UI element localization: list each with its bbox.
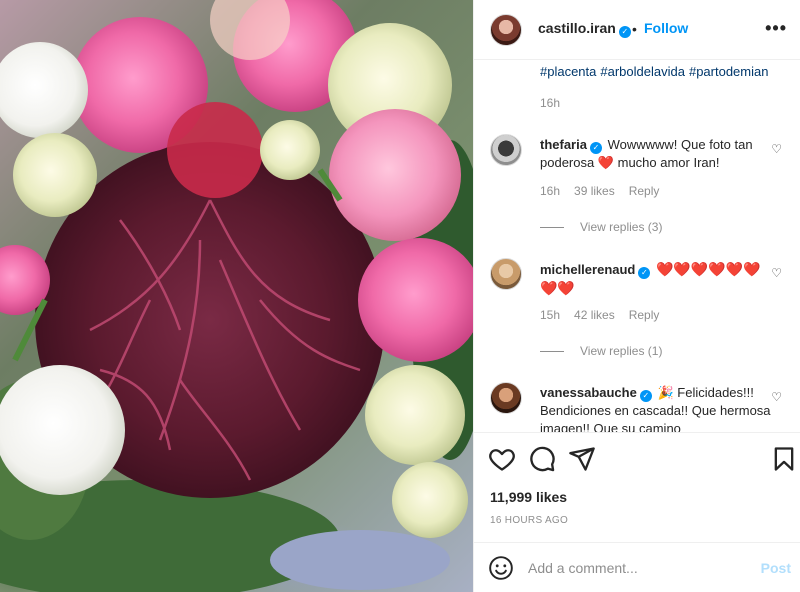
comment-like-heart-icon[interactable]: ♡ (771, 266, 782, 280)
view-replies-button[interactable]: View replies (3) (540, 220, 662, 234)
likes-count[interactable]: 11,999 likes (490, 489, 567, 505)
hashtag-link[interactable]: #arboldelavida (600, 64, 685, 79)
comment-likes[interactable]: 39 likes (574, 184, 615, 198)
reply-button[interactable]: Reply (629, 308, 660, 322)
add-comment-input[interactable] (528, 553, 728, 583)
post-comment-button[interactable]: Post (761, 560, 791, 576)
save-bookmark-icon[interactable] (770, 445, 798, 473)
comment-composer: Post (474, 542, 800, 592)
post-sidebar: castillo.iran ✓ • Follow ••• #placenta #ar… (473, 0, 800, 592)
post-header: castillo.iran ✓ • Follow ••• (474, 0, 800, 60)
author-username[interactable]: castillo.iran ✓ (538, 20, 631, 38)
commenter-avatar[interactable] (490, 134, 522, 166)
separator-dot: • (632, 21, 637, 37)
post-image[interactable] (0, 0, 473, 592)
hashtag-link[interactable]: #partodemian (689, 64, 769, 79)
commenter-username[interactable]: vanessabauche ✓ (540, 385, 652, 402)
comment-time: 16h (540, 184, 561, 198)
follow-button[interactable]: Follow (644, 20, 688, 36)
comment-body: michellerenaud ✓ ❤️❤️❤️❤️❤️❤️❤️❤️ (540, 260, 772, 298)
hashtag-link[interactable]: #placenta (540, 64, 596, 79)
post-timestamp: 16 HOURS AGO (490, 515, 569, 526)
comment-like-heart-icon[interactable]: ♡ (771, 142, 782, 156)
emoji-smiley-icon[interactable] (488, 555, 514, 581)
commenter-username[interactable]: michellerenaud ✓ (540, 262, 651, 279)
view-replies-button[interactable]: View replies (1) (540, 344, 662, 358)
commenter-avatar[interactable] (490, 258, 522, 290)
comment-body: vanessabauche ✓ 🎉 Felicidades!!! Bendicio… (540, 384, 772, 432)
author-avatar[interactable] (490, 14, 522, 46)
verified-badge-icon: ✓ (589, 142, 602, 154)
comment-like-heart-icon[interactable]: ♡ (771, 390, 782, 404)
comment-likes[interactable]: 42 likes (574, 308, 615, 322)
commenter-username[interactable]: thefaria ✓ (540, 137, 602, 154)
comments-list[interactable]: #placenta #arboldelavida #partodemian 16h … (474, 60, 800, 432)
verified-badge-icon: ✓ (618, 26, 631, 38)
post-actions: 11,999 likes 16 HOURS AGO (474, 432, 800, 542)
share-paper-plane-icon[interactable] (568, 445, 596, 473)
more-options-icon[interactable]: ••• (765, 18, 787, 39)
verified-badge-icon: ✓ (638, 267, 651, 279)
like-heart-icon[interactable] (488, 445, 516, 473)
comment-bubble-icon[interactable] (528, 445, 556, 473)
reply-button[interactable]: Reply (629, 184, 660, 198)
caption-time: 16h (540, 96, 561, 110)
placenta-flower-photo (0, 0, 473, 592)
caption-hashtags: #placenta #arboldelavida #partodemian (540, 64, 772, 79)
commenter-avatar[interactable] (490, 382, 522, 414)
comment-meta: 15h 42 likes Reply (540, 308, 673, 322)
comment-time: 15h (540, 308, 561, 322)
comment-meta: 16h 39 likes Reply (540, 184, 673, 198)
verified-badge-icon: ✓ (639, 390, 652, 402)
comment-body: thefaria ✓ Wowwwww! Que foto tan poderosa… (540, 136, 772, 172)
